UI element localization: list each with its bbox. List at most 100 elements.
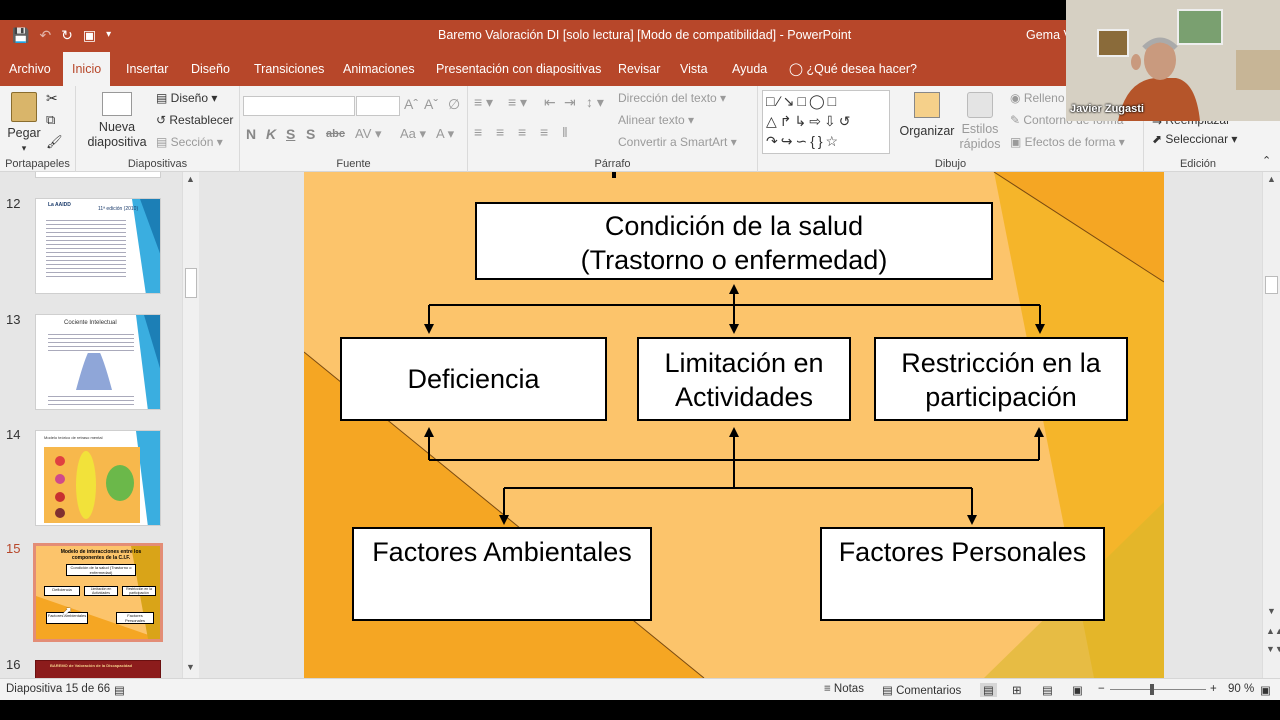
section-button[interactable]: ▤ Sección ▾ (156, 135, 223, 149)
paste-button[interactable]: Pegar ▾ (6, 92, 42, 156)
align-center-icon[interactable]: ≡ (496, 124, 504, 140)
slide-thumbnail-13[interactable]: Cociente Intelectual (35, 314, 161, 410)
comments-button[interactable]: ▤ Comentarios (882, 683, 961, 697)
scroll-up-icon[interactable]: ▲ (1267, 174, 1276, 184)
slideshow-view-icon[interactable]: ▣ (1072, 683, 1083, 697)
font-color-icon[interactable]: A ▾ (436, 126, 454, 142)
numbering-icon[interactable]: ≡ ▾ (508, 94, 527, 111)
justify-icon[interactable]: ≡ (540, 124, 548, 140)
new-slide-button[interactable]: Nueva diapositiva (82, 92, 152, 150)
shape-fill-button[interactable]: ◉ Relleno (1010, 91, 1065, 105)
reading-view-icon[interactable]: ▤ (1042, 683, 1053, 697)
line-spacing-icon[interactable]: ↕ ▾ (586, 94, 604, 111)
thumb-box-health: Condición de la salud (Trastorno o enfer… (66, 564, 136, 576)
columns-icon[interactable]: ‖ (562, 124, 568, 140)
font-size-select[interactable] (356, 96, 400, 116)
bold-button[interactable]: N (246, 126, 256, 142)
scroll-up-icon[interactable]: ▲ (186, 174, 195, 184)
environmental-factors-text: Factores Ambientales (372, 537, 632, 567)
select-button[interactable]: ⬈ Seleccionar ▾ (1152, 132, 1237, 146)
customize-toolbar-icon[interactable]: ▾ (106, 26, 111, 44)
decrease-indent-icon[interactable]: ⇤ (544, 94, 556, 111)
bullets-icon[interactable]: ≡ ▾ (474, 94, 493, 111)
align-text-button[interactable]: Alinear texto ▾ (618, 113, 694, 127)
tab-review[interactable]: Revisar (609, 52, 669, 86)
align-left-icon[interactable]: ≡ (474, 124, 482, 140)
shapes-gallery[interactable]: □∕↘□◯□ △↱↳⇨⇩↺ ↷↪∽{}☆ (762, 90, 890, 154)
font-family-select[interactable] (243, 96, 355, 116)
italic-button[interactable]: K (266, 126, 276, 142)
increase-indent-icon[interactable]: ⇥ (564, 94, 576, 111)
quick-styles-button[interactable]: Estilos rápidos (956, 92, 1004, 152)
webcam-participant-name: Javier Zugasti (1070, 103, 1144, 115)
scroll-down-icon[interactable]: ▼ (186, 662, 195, 672)
tab-view[interactable]: Vista (671, 52, 717, 86)
underline-button[interactable]: S (286, 126, 295, 142)
grow-font-icon[interactable]: Aˆ (404, 96, 418, 112)
next-slide-icon[interactable]: ▼▼ (1266, 644, 1280, 654)
format-painter-icon[interactable]: 🖌 (46, 134, 63, 150)
comments-label: Comentarios (896, 685, 962, 697)
cut-icon[interactable]: ✂ (46, 90, 58, 107)
shrink-font-icon[interactable]: Aˇ (424, 96, 438, 112)
present-icon[interactable]: ▣ (83, 26, 96, 44)
save-icon[interactable]: 💾 (12, 26, 29, 44)
zoom-slider[interactable] (1110, 684, 1206, 695)
layout-button[interactable]: ▤ Diseño ▾ (156, 91, 217, 105)
previous-slide-icon[interactable]: ▲▲ (1266, 626, 1280, 636)
deficiency-box[interactable]: Deficiencia (340, 337, 607, 421)
scroll-thumb[interactable] (185, 268, 197, 298)
slide-thumbnail-14[interactable]: Modelo teórico de retraso mental (35, 430, 161, 526)
tab-file[interactable]: Archivo (0, 52, 60, 86)
slide-thumbnail-16[interactable]: BAREMO de Valoración de la Discapacidad (35, 660, 161, 678)
tab-insert[interactable]: Insertar (117, 52, 177, 86)
reset-button[interactable]: ↺ Restablecer (156, 113, 233, 127)
collapse-ribbon-icon[interactable]: ⌃ (1262, 154, 1271, 167)
health-condition-box[interactable]: Condición de la salud (Trastorno o enfer… (475, 202, 993, 280)
shape-effects-button[interactable]: ▣ Efectos de forma ▾ (1010, 135, 1125, 149)
text-direction-button[interactable]: Dirección del texto ▾ (618, 91, 726, 105)
strikethrough-button[interactable]: abc (326, 128, 345, 140)
health-condition-line1: Condición de la salud (604, 211, 864, 241)
zoom-level[interactable]: 90 % (1228, 683, 1254, 695)
thumbnails-scrollbar[interactable]: ▲ ▼ (182, 172, 199, 678)
tab-animations[interactable]: Animaciones (334, 52, 424, 86)
tab-transitions[interactable]: Transiciones (245, 52, 333, 86)
group-font: Aˆ Aˇ ∅ N K S S abc AV ▾ Aa ▾ A ▾ Fuente (240, 86, 468, 172)
copy-icon[interactable]: ⧉ (46, 112, 55, 128)
arrange-button[interactable]: Organizar (898, 92, 956, 139)
tab-slideshow[interactable]: Presentación con diapositivas (427, 52, 610, 86)
personal-factors-box[interactable]: Factores Personales (820, 527, 1105, 621)
tab-design[interactable]: Diseño (182, 52, 239, 86)
notes-button[interactable]: ≡ Notas (824, 683, 864, 695)
slide-thumbnail-12[interactable]: La AAIDD 11ª edición (2010) (35, 198, 161, 294)
tab-home[interactable]: Inicio (63, 52, 111, 86)
zoom-in-icon[interactable]: + (1210, 683, 1217, 695)
smartart-button[interactable]: Convertir a SmartArt ▾ (618, 135, 737, 149)
spellcheck-icon[interactable]: ▤ (114, 683, 125, 697)
shape-effects-label: Efectos de forma (1024, 135, 1116, 149)
slide-thumbnail-15-selected[interactable]: Modelo de interacciones entre los compon… (33, 543, 163, 642)
environmental-factors-box[interactable]: Factores Ambientales (352, 527, 652, 621)
tab-help[interactable]: Ayuda (723, 52, 776, 86)
change-case-icon[interactable]: Aa ▾ (400, 126, 426, 142)
zoom-out-icon[interactable]: − (1098, 683, 1105, 695)
zoom-slider-thumb[interactable] (1150, 684, 1154, 695)
current-slide[interactable]: Condición de la salud (Trastorno o enfer… (304, 172, 1164, 678)
normal-view-icon[interactable]: ▤ (980, 683, 997, 697)
slide-sorter-icon[interactable]: ⊞ (1012, 683, 1022, 697)
scroll-down-icon[interactable]: ▼ (1267, 606, 1276, 616)
slide-scrollbar[interactable]: ▲ ▼ ▲▲ ▼▼ (1262, 172, 1280, 678)
scroll-thumb[interactable] (1265, 276, 1278, 294)
shadow-button[interactable]: S (306, 126, 315, 142)
clear-format-icon[interactable]: ∅ (448, 96, 460, 113)
fit-to-window-icon[interactable]: ▣ (1260, 683, 1271, 697)
char-spacing-icon[interactable]: AV ▾ (355, 126, 382, 142)
limitation-box[interactable]: Limitación en Actividades (637, 337, 851, 421)
tell-me-search[interactable]: ◯ ¿Qué desea hacer? (780, 52, 926, 86)
restriction-box[interactable]: Restricción en la participación (874, 337, 1128, 421)
user-name[interactable]: Gema V (1026, 28, 1072, 42)
redo-icon[interactable]: ↻ (61, 26, 73, 44)
undo-icon[interactable]: ↶ (39, 26, 51, 44)
align-right-icon[interactable]: ≡ (518, 124, 526, 140)
